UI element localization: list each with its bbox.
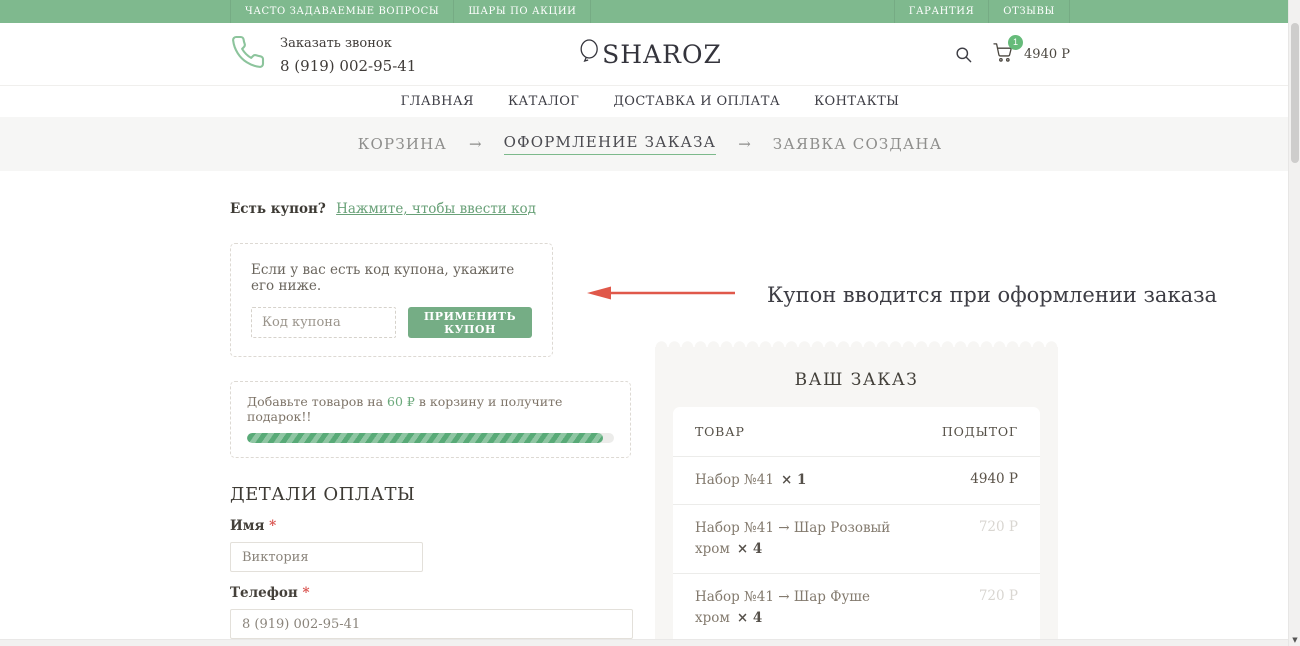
gift-progress-banner: Добавьте товаров на 60 ₽ в корзину и пол… [230,381,631,458]
step-order-created: ЗАЯВКА СОЗДАНА [773,135,943,153]
item-quantity: × 4 [737,610,762,626]
logo[interactable]: SHAROZ [578,38,722,70]
coupon-question: Есть купон? [230,201,326,217]
topbar-link-reviews[interactable]: ОТЗЫВЫ [988,0,1070,23]
step-arrow-icon: → [738,135,751,153]
nav-item-delivery[interactable]: ДОСТАВКА И ОПЛАТА [613,94,780,109]
cart-icon [993,47,1014,66]
topbar-left-links: ЧАСТО ЗАДАВАЕМЫЕ ВОПРОСЫ ШАРЫ ПО АКЦИИ [230,0,591,23]
scalloped-edge [655,339,1058,347]
phone-input[interactable] [230,609,633,639]
order-table-header: ТОВАР ПОДЫТОГ [673,407,1040,457]
order-table: ТОВАР ПОДЫТОГ Набор №41× 1 4940 Р Набор … [673,407,1040,646]
required-asterisk: * [269,518,276,534]
step-checkout[interactable]: ОФОРМЛЕНИЕ ЗАКАЗА [504,133,717,155]
cart-button[interactable]: 1 4940 Р [993,43,1070,66]
order-row: Набор №41× 1 4940 Р [673,457,1040,505]
nav-item-home[interactable]: ГЛАВНАЯ [401,94,474,109]
cart-count-badge: 1 [1008,35,1023,50]
gift-text-before: Добавьте товаров на [247,394,383,409]
order-summary-title: ВАШ ЗАКАЗ [655,347,1058,390]
order-row: Набор №41 → Шар Розовый хром× 4 720 Р [673,505,1040,574]
column-subtotal: ПОДЫТОГ [942,424,1018,439]
topbar-link-sale-balloons[interactable]: ШАРЫ ПО АКЦИИ [453,0,591,23]
header: Заказать звонок 8 (919) 002-95-41 SHAROZ [0,23,1300,85]
vertical-scrollbar[interactable]: ▼ [1288,0,1300,646]
item-quantity: × 1 [781,472,806,488]
item-price: 4940 Р [970,470,1018,491]
order-row: Набор №41 → Шар Фуше хром× 4 720 Р [673,574,1040,643]
apply-coupon-button[interactable]: ПРИМЕНИТЬ КУПОН [408,307,532,338]
item-price: 720 Р [979,587,1018,629]
step-cart[interactable]: КОРЗИНА [358,135,447,153]
topbar-right-links: ГАРАНТИЯ ОТЗЫВЫ [894,0,1070,23]
horizontal-scrollbar[interactable] [0,639,1288,646]
phone-icon [230,34,266,74]
gift-amount: 60 ₽ [387,394,415,409]
call-request-label: Заказать звонок [280,36,392,51]
call-request-block[interactable]: Заказать звонок 8 (919) 002-95-41 [230,30,416,78]
gift-progress-fill [247,433,603,443]
name-input[interactable] [230,542,423,572]
scrollbar-thumb[interactable] [1291,23,1299,163]
logo-text: SHAROZ [602,40,722,69]
required-asterisk: * [303,585,310,601]
nav-item-contacts[interactable]: КОНТАКТЫ [814,94,899,109]
nav-item-catalog[interactable]: КАТАЛОГ [508,94,579,109]
order-summary-panel: ВАШ ЗАКАЗ ТОВАР ПОДЫТОГ Набор №41× 1 494… [655,347,1058,646]
cart-total: 4940 Р [1024,47,1070,62]
coupon-hint: Если у вас есть код купона, укажите его … [251,262,532,294]
search-icon[interactable] [954,45,973,64]
scrollbar-down-arrow-icon[interactable]: ▼ [1289,636,1300,644]
item-price: 720 Р [979,518,1018,560]
step-arrow-icon: → [469,135,482,153]
header-phone-number: 8 (919) 002-95-41 [280,57,416,75]
coupon-toggle-link[interactable]: Нажмите, чтобы ввести код [336,201,536,217]
coupon-form: Если у вас есть код купона, укажите его … [230,243,553,357]
gift-progress-track [247,433,614,443]
coupon-code-input[interactable] [251,307,396,338]
balloon-logo-icon [578,38,600,70]
checkout-steps: КОРЗИНА → ОФОРМЛЕНИЕ ЗАКАЗА → ЗАЯВКА СОЗ… [0,117,1300,171]
column-product: ТОВАР [695,424,745,439]
topbar-link-faq[interactable]: ЧАСТО ЗАДАВАЕМЫЕ ВОПРОСЫ [230,0,453,23]
main-nav: ГЛАВНАЯ КАТАЛОГ ДОСТАВКА И ОПЛАТА КОНТАК… [0,85,1300,117]
item-quantity: × 4 [737,541,762,557]
topbar: ЧАСТО ЗАДАВАЕМЫЕ ВОПРОСЫ ШАРЫ ПО АКЦИИ Г… [0,0,1300,23]
checkout-main: Есть купон? Нажмите, чтобы ввести код Ес… [230,171,1058,646]
topbar-link-warranty[interactable]: ГАРАНТИЯ [894,0,988,23]
